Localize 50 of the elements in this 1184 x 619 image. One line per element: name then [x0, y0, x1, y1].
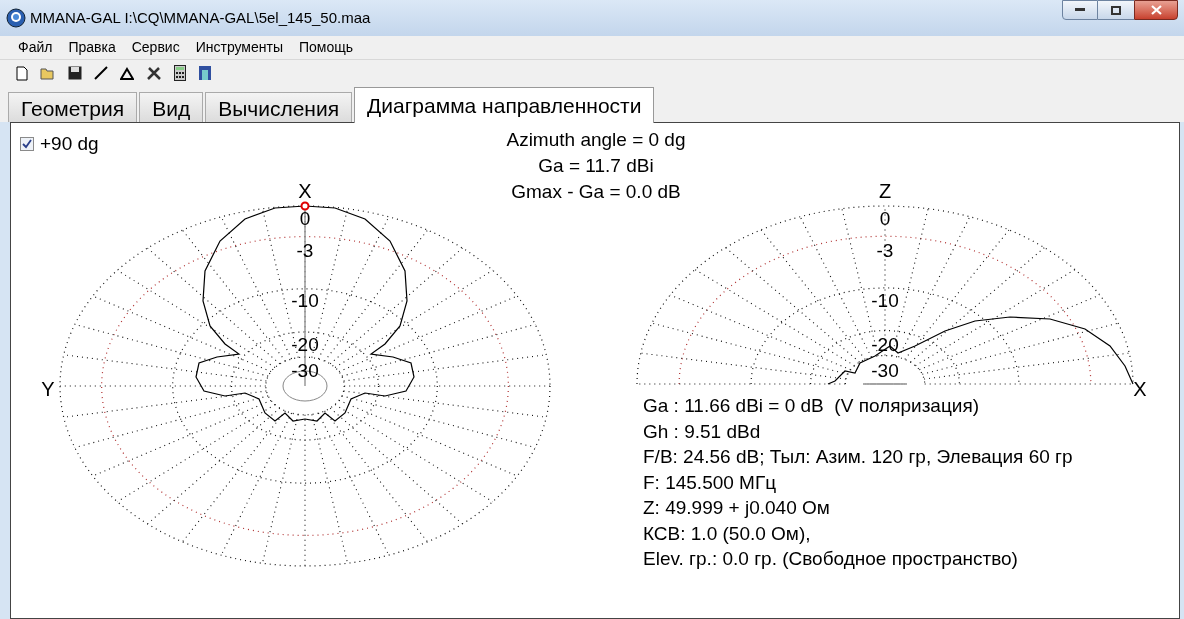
new-file-icon[interactable] — [16, 65, 28, 81]
folder-icon[interactable] — [40, 66, 56, 80]
pattern-summary-text: Azimuth angle = 0 dg — [506, 128, 686, 152]
scale-label: -20 — [291, 334, 319, 355]
minimize-icon — [1075, 8, 1085, 12]
pattern-summary-text: Ga = 11.7 dBi — [538, 154, 654, 178]
result-text: Z: 49.999 + j0.040 Ом — [643, 496, 831, 520]
tab[interactable]: Диаграмма направленности — [354, 87, 655, 123]
menu-item[interactable]: Инструменты — [187, 37, 291, 58]
result-text: Elev. гр.: 0.0 гр. (Свободное пространство) — [643, 547, 1019, 571]
maximize-icon — [1111, 5, 1121, 15]
scale-label: 0 — [879, 208, 891, 229]
result-text: F: 145.500 МГц — [643, 470, 778, 495]
axis-label: X — [298, 180, 312, 202]
scale-label: -10 — [291, 290, 319, 311]
menu-item[interactable]: Помощь — [290, 37, 362, 58]
tab[interactable]: Вид — [139, 92, 204, 122]
maximize-button[interactable] — [1098, 0, 1134, 20]
minimize-button[interactable] — [1062, 0, 1098, 20]
pattern-summary-text: Gmax - Ga = 0.0 dB — [511, 180, 681, 204]
line-icon[interactable] — [94, 66, 108, 80]
menu-item[interactable]: Сервис — [123, 37, 188, 58]
result-text: Ga : 11.66 dBi = 0 dB (V поляризация) — [643, 394, 981, 418]
checkbox[interactable] — [20, 137, 34, 151]
checkbox-label: +90 dg — [40, 133, 99, 155]
result-text: Gh : 9.51 dBd — [643, 419, 762, 444]
menu-item[interactable]: Правка — [60, 37, 124, 58]
calculator-icon[interactable] — [174, 65, 186, 81]
tab[interactable]: Геометрия — [8, 92, 138, 122]
axis-label: Y — [41, 378, 55, 400]
axis-label: X — [1133, 378, 1147, 400]
close-button[interactable] — [1134, 0, 1178, 20]
close-icon — [1150, 5, 1162, 15]
scale-label: -3 — [876, 240, 894, 261]
result-text: F/B: 24.56 dB; Тыл: Азим. 120 гр, Элевация 60 гр — [643, 445, 1073, 469]
triangle-icon[interactable] — [120, 66, 134, 80]
scale-label: -20 — [871, 334, 899, 355]
scale-label: -10 — [871, 290, 899, 311]
menu-item[interactable]: Файл — [10, 37, 61, 58]
scale-label: -30 — [871, 360, 899, 381]
scale-label: 0 — [299, 208, 311, 229]
app-logo-icon — [6, 8, 26, 28]
scale-label: -3 — [296, 240, 314, 261]
result-text: КСВ: 1.0 (50.0 Ом), — [643, 521, 812, 546]
window-title: MMANA-GAL I:\CQ\MMANA-GAL\5el_145_50.maa — [30, 7, 371, 28]
tab[interactable]: Вычисления — [205, 92, 353, 122]
scale-label: -30 — [291, 360, 319, 381]
exit-door-icon[interactable] — [198, 65, 212, 81]
peak-marker-icon — [300, 201, 310, 211]
axis-label: Z — [878, 180, 892, 202]
